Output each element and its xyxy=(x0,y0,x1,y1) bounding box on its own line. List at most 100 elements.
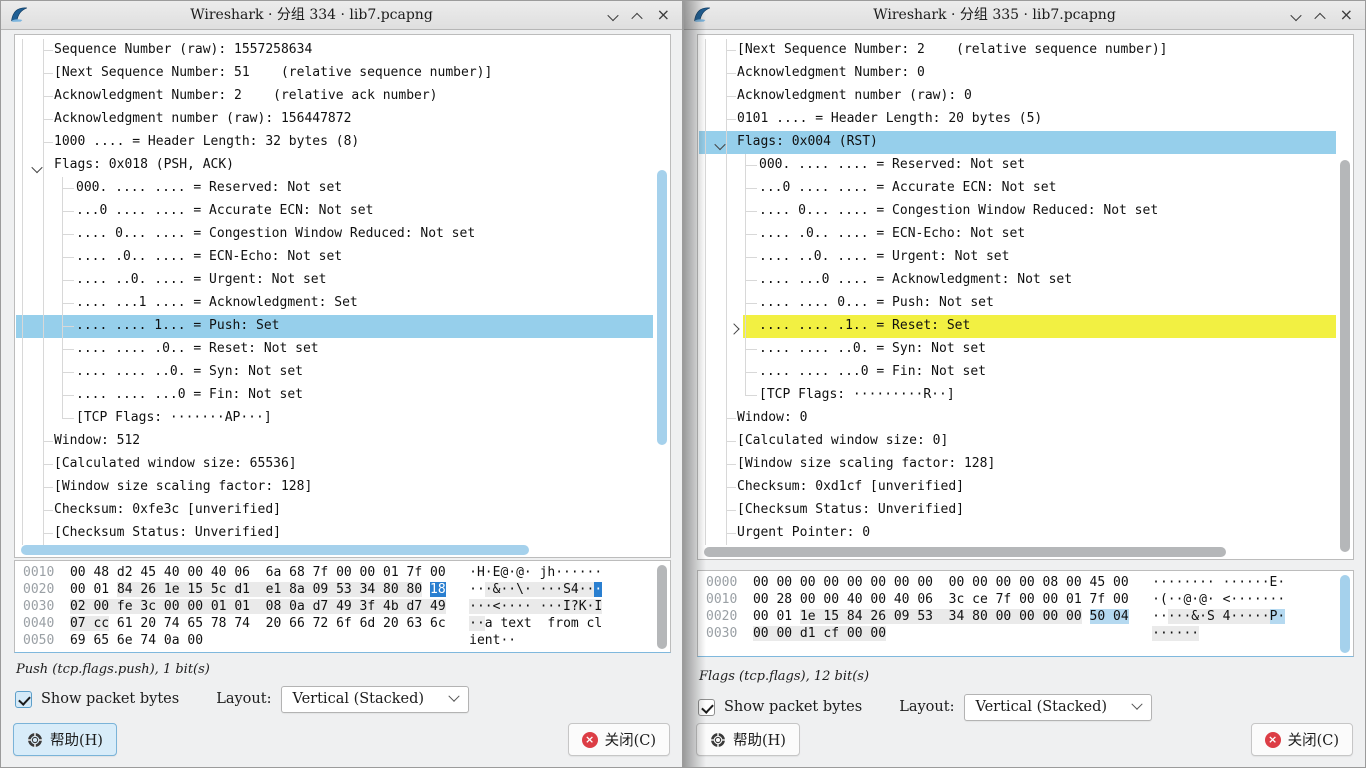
tree-row[interactable]: [TCP Flags: ·······AP···] xyxy=(16,407,653,430)
titlebar[interactable]: Wireshark · 分组 334 · lib7.pcapng × xyxy=(1,1,682,30)
unshade-window-button[interactable] xyxy=(633,6,641,25)
tree-row[interactable]: [Window size scaling factor: 128] xyxy=(16,476,653,499)
hex-row[interactable]: 0030 00 00 d1 cf 00 00 ······ xyxy=(706,625,1335,642)
tree-row[interactable]: .... .... 0... = Push: Not set xyxy=(699,292,1336,315)
tree-row[interactable]: Window: 512 xyxy=(16,430,653,453)
hex-row[interactable]: 0030 02 00 fe 3c 00 00 01 01 08 0a d7 49… xyxy=(23,598,652,615)
tree-row[interactable]: Acknowledgment number (raw): 156447872 xyxy=(16,108,653,131)
collapse-arrow-icon[interactable] xyxy=(716,139,724,154)
spacer xyxy=(1129,575,1152,590)
tree-row[interactable]: .... .0.. .... = ECN-Echo: Not set xyxy=(699,223,1336,246)
tree-row[interactable]: Sequence Number (raw): 1557258634 xyxy=(16,39,653,62)
tree-row[interactable]: Acknowledgment number (raw): 0 xyxy=(699,85,1336,108)
packet-detail-tree[interactable]: [Next Sequence Number: 2 (relative seque… xyxy=(697,34,1354,560)
scrollbar-thumb[interactable] xyxy=(657,565,667,649)
tree-horizontal-scrollbar[interactable] xyxy=(17,545,652,555)
tree-row[interactable]: [Calculated window size: 65536] xyxy=(16,453,653,476)
help-button[interactable]: 帮助(H) xyxy=(696,723,800,756)
spacer xyxy=(446,565,469,580)
tree-row[interactable]: .... ..0. .... = Urgent: Not set xyxy=(699,246,1336,269)
tree-row[interactable]: .... .... 1... = Push: Set xyxy=(16,315,653,338)
tree-row[interactable]: .... .... ..0. = Syn: Not set xyxy=(699,338,1336,361)
tree-guide xyxy=(62,326,74,327)
tree-guide xyxy=(745,395,757,396)
tree-row[interactable]: Acknowledgment Number: 2 (relative ack n… xyxy=(16,85,653,108)
tree-row[interactable]: [Checksum Status: Unverified] xyxy=(16,522,653,545)
tree-row[interactable]: Checksum: 0xfe3c [unverified] xyxy=(16,499,653,522)
layout-select[interactable]: Vertical (Stacked) xyxy=(964,694,1152,721)
tree-row[interactable]: .... 0... .... = Congestion Window Reduc… xyxy=(16,223,653,246)
layout-select[interactable]: Vertical (Stacked) xyxy=(281,686,469,713)
tree-row[interactable]: .... .... .0.. = Reset: Not set xyxy=(16,338,653,361)
tree-row[interactable]: [Checksum Status: Unverified] xyxy=(699,499,1336,522)
tree-row[interactable]: ...0 .... .... = Accurate ECN: Not set xyxy=(16,200,653,223)
tree-row[interactable]: Window: 0 xyxy=(699,407,1336,430)
tree-row[interactable]: Checksum: 0xd1cf [unverified] xyxy=(699,476,1336,499)
unshade-window-button[interactable] xyxy=(1316,6,1324,25)
tree-row-text: 000. .... .... = Reserved: Not set xyxy=(759,157,1025,172)
tree-row[interactable]: [TCP Flags: ·········R··] xyxy=(699,384,1336,407)
tree-guide xyxy=(22,131,23,154)
tree-row[interactable]: .... 0... .... = Congestion Window Reduc… xyxy=(699,200,1336,223)
tree-row[interactable]: .... .... ...0 = Fin: Not set xyxy=(16,384,653,407)
tree-row[interactable]: 0101 .... = Header Length: 20 bytes (5) xyxy=(699,108,1336,131)
collapse-arrow-icon[interactable] xyxy=(33,162,41,177)
packet-detail-tree[interactable]: Sequence Number (raw): 1557258634[Next S… xyxy=(14,34,671,558)
shade-window-button[interactable] xyxy=(609,6,617,25)
tree-row[interactable]: .... ..0. .... = Urgent: Not set xyxy=(16,269,653,292)
tree-row[interactable]: .... .... ...0 = Fin: Not set xyxy=(699,361,1336,384)
hex-row[interactable]: 0020 00 01 1e 15 84 26 09 53 34 80 00 00… xyxy=(706,608,1335,625)
hex-row[interactable]: 0050 69 65 6e 74 0a 00 ient·· xyxy=(23,632,652,649)
expand-arrow-icon[interactable] xyxy=(730,322,738,337)
tree-horizontal-scrollbar[interactable] xyxy=(700,547,1335,557)
hex-vertical-scrollbar[interactable] xyxy=(1340,573,1350,654)
scrollbar-thumb[interactable] xyxy=(704,547,1226,557)
tree-row[interactable]: [Calculated window size: 0] xyxy=(699,430,1336,453)
shade-window-button[interactable] xyxy=(1292,6,1300,25)
hex-row[interactable]: 0020 00 01 84 26 1e 15 5c d1 e1 8a 09 53… xyxy=(23,581,652,598)
hex-row[interactable]: 0040 07 cc 61 20 74 65 78 74 20 66 72 6f… xyxy=(23,615,652,632)
scrollbar-thumb[interactable] xyxy=(1340,575,1350,653)
scrollbar-thumb[interactable] xyxy=(21,545,529,555)
hex-row[interactable]: 0000 00 00 00 00 00 00 00 00 00 00 00 00… xyxy=(706,574,1335,591)
close-button[interactable]: × 关闭(C) xyxy=(568,723,670,756)
tree-row[interactable]: [Next Sequence Number: 51 (relative sequ… xyxy=(16,62,653,85)
tree-row[interactable]: [Next Sequence Number: 2 (relative seque… xyxy=(699,39,1336,62)
packet-bytes-pane[interactable]: 0000 00 00 00 00 00 00 00 00 00 00 00 00… xyxy=(697,570,1354,657)
tree-row[interactable]: 1000 .... = Header Length: 32 bytes (8) xyxy=(16,131,653,154)
titlebar[interactable]: Wireshark · 分组 335 · lib7.pcapng × xyxy=(684,1,1365,30)
tree-row-text: 1000 .... = Header Length: 32 bytes (8) xyxy=(54,134,359,149)
packet-bytes-pane[interactable]: 0010 00 48 d2 45 40 00 40 06 6a 68 7f 00… xyxy=(14,560,671,653)
tree-row[interactable]: .... .... ..0. = Syn: Not set xyxy=(16,361,653,384)
tree-row[interactable]: .... ...1 .... = Acknowledgment: Set xyxy=(16,292,653,315)
tree-row[interactable]: .... .... .1.. = Reset: Set xyxy=(699,315,1336,338)
show-packet-bytes-checkbox[interactable] xyxy=(698,699,715,716)
tree-row[interactable]: [Window size scaling factor: 128] xyxy=(699,453,1336,476)
close-window-button[interactable]: × xyxy=(1340,1,1353,29)
tree-row[interactable]: Urgent Pointer: 0 xyxy=(699,522,1336,545)
tree-guide xyxy=(726,73,736,74)
hex-row[interactable]: 0010 00 48 d2 45 40 00 40 06 6a 68 7f 00… xyxy=(23,564,652,581)
tree-row[interactable]: 000. .... .... = Reserved: Not set xyxy=(699,154,1336,177)
show-packet-bytes-checkbox[interactable] xyxy=(15,691,32,708)
tree-row[interactable]: Flags: 0x018 (PSH, ACK) xyxy=(16,154,653,177)
tree-row[interactable]: .... ...0 .... = Acknowledgment: Not set xyxy=(699,269,1336,292)
close-button[interactable]: × 关闭(C) xyxy=(1251,723,1353,756)
tree-row[interactable]: Flags: 0x004 (RST) xyxy=(699,131,1336,154)
tree-row-text: [Checksum Status: Unverified] xyxy=(54,525,281,540)
tree-row[interactable]: .... .0.. .... = ECN-Echo: Not set xyxy=(16,246,653,269)
tree-guide xyxy=(22,453,23,476)
tree-vertical-scrollbar[interactable] xyxy=(1340,37,1350,546)
scrollbar-thumb[interactable] xyxy=(657,170,667,445)
help-button[interactable]: 帮助(H) xyxy=(13,723,117,756)
scrollbar-thumb[interactable] xyxy=(1340,160,1350,552)
tree-vertical-scrollbar[interactable] xyxy=(657,37,667,544)
field-status-text: Push (tcp.flags.push), 1 bit(s) xyxy=(16,662,210,677)
tree-row[interactable]: 000. .... .... = Reserved: Not set xyxy=(16,177,653,200)
tree-row[interactable]: Acknowledgment Number: 0 xyxy=(699,62,1336,85)
hex-vertical-scrollbar[interactable] xyxy=(657,563,667,650)
hex-row[interactable]: 0010 00 28 00 00 40 00 40 06 3c ce 7f 00… xyxy=(706,591,1335,608)
close-window-button[interactable]: × xyxy=(657,1,670,29)
tree-row[interactable]: ...0 .... .... = Accurate ECN: Not set xyxy=(699,177,1336,200)
tree-row-text: 0101 .... = Header Length: 20 bytes (5) xyxy=(737,111,1042,126)
